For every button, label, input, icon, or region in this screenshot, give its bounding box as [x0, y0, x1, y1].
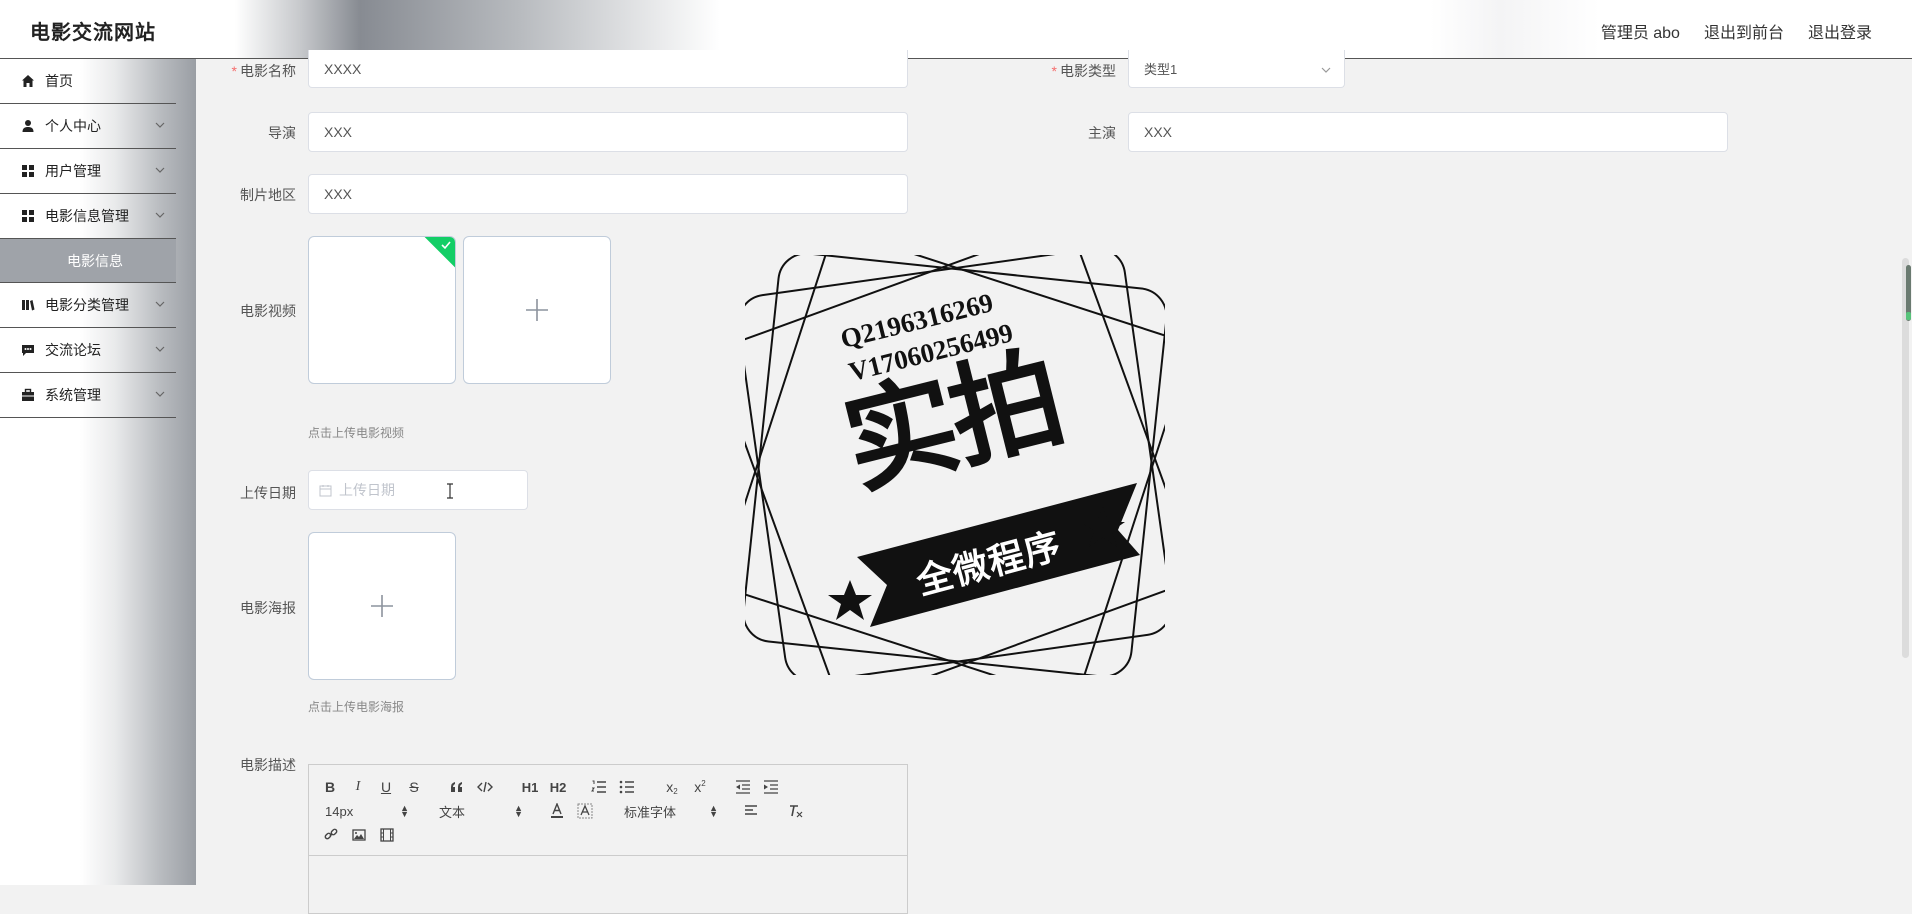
- description-label: 电影描述: [240, 757, 296, 773]
- image-icon[interactable]: [351, 825, 367, 845]
- header-actions: 管理员 abo 退出到前台 退出登录: [1601, 19, 1872, 43]
- poster-label: 电影海报: [240, 600, 296, 616]
- calendar-icon: [319, 485, 332, 497]
- grid-icon: [21, 164, 35, 178]
- home-icon: [21, 74, 35, 88]
- chevron-down-icon: [155, 346, 165, 352]
- video-upload-hint: 点击上传电影视频: [308, 426, 405, 440]
- font-family-select[interactable]: 标准字体 ▲ ▼: [624, 801, 718, 821]
- sidebar-menu: 首页 个人中心 用户管理 电影信息管理 电影信息 电影分类管理 交流论坛 系统管…: [0, 59, 176, 418]
- chevron-down-icon: [155, 122, 165, 128]
- video-label: 电影视频: [240, 303, 296, 319]
- editor-toolbar: B I U S H1 H2 x2 x2 14px ▲ ▼ 文本 ▲ ▼ 标准字体…: [309, 765, 907, 856]
- sidebar-item-system-management[interactable]: 系统管理: [0, 373, 176, 418]
- region-label: 制片地区: [240, 187, 296, 203]
- sidebar-item-label: 系统管理: [45, 387, 101, 403]
- movie-name-input[interactable]: XXXX: [308, 50, 908, 88]
- movie-type-select[interactable]: 类型1: [1128, 50, 1345, 88]
- admin-user-label: 管理员 abo: [1600, 25, 1680, 42]
- code-block-icon[interactable]: [477, 777, 493, 797]
- sidebar-item-user-management[interactable]: 用户管理: [0, 149, 176, 194]
- heading-2-button[interactable]: H2: [548, 777, 568, 797]
- chevron-down-icon: [155, 301, 165, 307]
- chat-icon: [21, 343, 35, 357]
- link-icon[interactable]: [323, 825, 339, 845]
- bullet-list-icon[interactable]: [619, 777, 635, 797]
- chevron-down-icon: [1321, 67, 1331, 73]
- sidebar-item-movie-info-management[interactable]: 电影信息管理: [0, 194, 176, 239]
- plus-icon: [371, 595, 393, 617]
- upload-date-picker[interactable]: 上传日期: [308, 470, 528, 510]
- required-mark: *: [231, 63, 237, 79]
- font-color-icon[interactable]: [549, 801, 565, 821]
- check-icon: [441, 241, 451, 250]
- grid-icon: [21, 209, 35, 223]
- text-style-select[interactable]: 文本 ▲ ▼: [439, 801, 523, 821]
- actor-label: 主演: [1088, 125, 1116, 141]
- watermark-stamp: Q2196316269 V17060256499 实拍 全微程序: [717, 227, 1193, 703]
- italic-icon[interactable]: I: [351, 777, 365, 797]
- select-arrows-icon: ▲ ▼: [400, 803, 409, 819]
- blockquote-icon[interactable]: [449, 777, 465, 797]
- top-header: 电影交流网站 管理员 abo 退出到前台 退出登录: [0, 0, 1912, 59]
- strikethrough-icon[interactable]: S: [407, 777, 421, 797]
- sidebar-item-personal-center[interactable]: 个人中心: [0, 104, 176, 149]
- briefcase-icon: [21, 388, 35, 402]
- ordered-list-icon[interactable]: [591, 777, 607, 797]
- sidebar-item-label: 交流论坛: [45, 342, 101, 358]
- scrollbar-marker-green: [1906, 312, 1911, 320]
- select-arrows-icon: ▲ ▼: [709, 803, 718, 819]
- book-icon: [21, 298, 35, 312]
- chevron-down-icon: [155, 167, 165, 173]
- sidebar-item-forum[interactable]: 交流论坛: [0, 328, 176, 373]
- movie-type-label: * 电影类型: [1051, 63, 1116, 79]
- sidebar-item-label: 电影分类管理: [45, 297, 129, 313]
- video-icon[interactable]: [379, 825, 395, 845]
- sidebar-item-label: 电影信息管理: [45, 208, 129, 224]
- upload-date-label: 上传日期: [240, 485, 296, 501]
- region-input[interactable]: XXX: [308, 174, 908, 214]
- video-upload-button[interactable]: [463, 236, 611, 384]
- poster-upload-button[interactable]: [308, 532, 456, 680]
- underline-icon[interactable]: U: [379, 777, 393, 797]
- sidebar: 首页 个人中心 用户管理 电影信息管理 电影信息 电影分类管理 交流论坛 系统管…: [0, 59, 196, 885]
- heading-1-button[interactable]: H1: [520, 777, 540, 797]
- sidebar-item-label: 用户管理: [45, 163, 101, 179]
- sidebar-subitem-movie-info[interactable]: 电影信息: [0, 239, 176, 283]
- sidebar-item-movie-category-management[interactable]: 电影分类管理: [0, 283, 176, 328]
- indent-icon[interactable]: [763, 777, 779, 797]
- back-to-front-link[interactable]: 退出到前台: [1704, 19, 1784, 43]
- rich-text-editor: B I U S H1 H2 x2 x2 14px ▲ ▼ 文本 ▲ ▼ 标准字体…: [308, 764, 908, 914]
- font-size-select[interactable]: 14px ▲ ▼: [325, 801, 409, 821]
- background-color-icon[interactable]: [577, 801, 593, 821]
- text-cursor-icon: [447, 483, 453, 499]
- chevron-down-icon: [155, 391, 165, 397]
- plus-icon: [526, 299, 548, 321]
- sidebar-item-home[interactable]: 首页: [0, 59, 176, 104]
- superscript-icon[interactable]: x2: [691, 777, 709, 797]
- subscript-icon[interactable]: x2: [663, 777, 681, 797]
- poster-upload-hint: 点击上传电影海报: [308, 700, 405, 714]
- bold-icon[interactable]: B: [323, 777, 337, 797]
- sidebar-item-label: 首页: [45, 73, 73, 89]
- select-arrows-icon: ▲ ▼: [514, 803, 523, 819]
- movie-name-label: * 电影名称: [231, 63, 296, 79]
- movie-type-value: 类型1: [1144, 62, 1178, 77]
- uploaded-video-card[interactable]: [308, 236, 456, 384]
- upload-date-placeholder: 上传日期: [339, 482, 395, 498]
- align-left-icon[interactable]: [743, 801, 759, 821]
- sidebar-item-label: 个人中心: [45, 118, 101, 134]
- actor-input[interactable]: XXX: [1128, 112, 1728, 152]
- required-mark: *: [1051, 63, 1057, 79]
- site-title: 电影交流网站: [30, 22, 156, 44]
- logout-link[interactable]: 退出登录: [1808, 19, 1872, 43]
- chevron-down-icon: [155, 212, 165, 218]
- clear-format-icon[interactable]: [787, 801, 805, 821]
- user-icon: [21, 119, 35, 133]
- director-input[interactable]: XXX: [308, 112, 908, 152]
- outdent-icon[interactable]: [735, 777, 751, 797]
- director-label: 导演: [268, 125, 296, 141]
